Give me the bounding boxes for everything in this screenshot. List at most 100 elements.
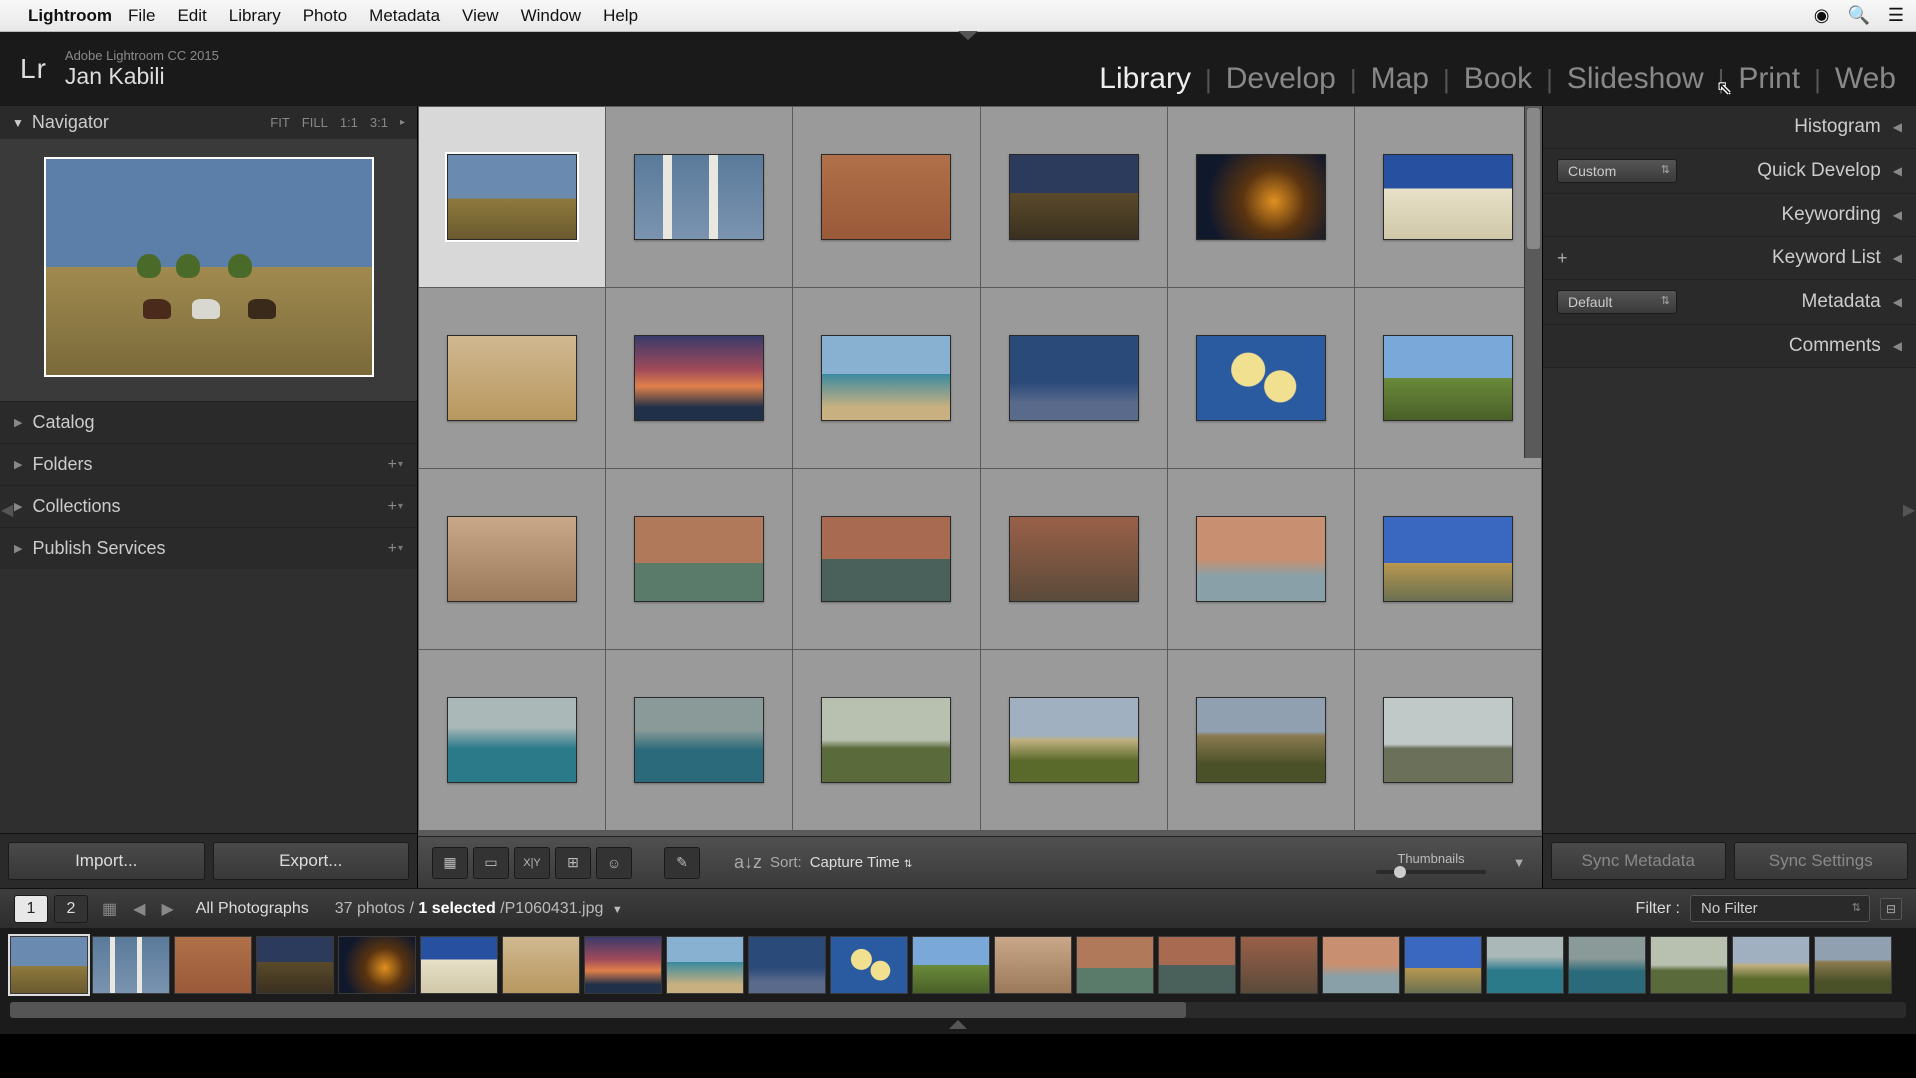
grid-view-button[interactable]: ▦ [432, 847, 468, 879]
panel-publish[interactable]: ▶Publish Services+▾ [0, 527, 417, 569]
menu-edit[interactable]: Edit [177, 6, 206, 26]
grid-cell[interactable] [419, 650, 605, 830]
grid-cell[interactable] [419, 107, 605, 287]
filter-dropdown[interactable]: No Filter [1690, 895, 1870, 922]
sync-settings-button[interactable]: Sync Settings [1734, 842, 1909, 880]
grid-icon[interactable]: ▦ [102, 899, 117, 919]
filmstrip-thumb[interactable] [1568, 936, 1646, 994]
toolbar-menu-icon[interactable]: ▼ [1510, 854, 1528, 872]
filmstrip-thumb[interactable] [1158, 936, 1236, 994]
filmstrip-thumb[interactable] [748, 936, 826, 994]
module-web[interactable]: Web [1835, 62, 1896, 96]
spotlight-icon[interactable]: 🔍 [1847, 5, 1869, 26]
grid-cell[interactable] [981, 650, 1167, 830]
menu-list-icon[interactable]: ☰ [1888, 5, 1904, 26]
panel-catalog[interactable]: ▶Catalog [0, 401, 417, 443]
filmstrip-thumb[interactable] [1322, 936, 1400, 994]
panel-keywording[interactable]: Keywording◀ [1543, 194, 1916, 237]
filmstrip-thumb[interactable] [994, 936, 1072, 994]
filmstrip-thumb[interactable] [1732, 936, 1810, 994]
left-panel-grip-icon[interactable]: ◀ [0, 497, 14, 523]
export-button[interactable]: Export... [213, 842, 410, 880]
bottom-panel-collapse-icon[interactable] [949, 1020, 967, 1029]
filmstrip-thumb[interactable] [92, 936, 170, 994]
filter-lock-icon[interactable]: ⊟ [1880, 898, 1902, 920]
zoom-menu-icon[interactable]: ▸ [400, 117, 405, 128]
panel-collections[interactable]: ▶Collections+▾ [0, 485, 417, 527]
top-panel-collapse-icon[interactable] [958, 31, 978, 40]
menu-window[interactable]: Window [521, 6, 581, 26]
compare-view-button[interactable]: X|Y [514, 847, 550, 879]
quick-develop-preset-dropdown[interactable]: Custom [1557, 159, 1677, 183]
filmstrip-thumb[interactable] [174, 936, 252, 994]
panel-comments[interactable]: Comments◀ [1543, 325, 1916, 368]
module-book[interactable]: Book [1464, 62, 1532, 96]
panel-quick-develop[interactable]: CustomQuick Develop◀ [1543, 149, 1916, 194]
module-map[interactable]: Map [1371, 62, 1429, 96]
grid-cell[interactable] [793, 650, 979, 830]
collapse-icon[interactable]: ◀ [1893, 120, 1902, 134]
filmstrip-thumb[interactable] [338, 936, 416, 994]
filmstrip-thumb[interactable] [1814, 936, 1892, 994]
filmstrip-thumb[interactable] [1404, 936, 1482, 994]
module-library[interactable]: Library [1099, 62, 1191, 96]
filmstrip-scrollbar[interactable] [10, 1002, 1906, 1018]
grid-cell[interactable] [1355, 288, 1541, 468]
app-name[interactable]: Lightroom [28, 6, 112, 26]
panel-folders[interactable]: ▶Folders+▾ [0, 443, 417, 485]
grid-cell[interactable] [981, 107, 1167, 287]
grid-cell[interactable] [419, 288, 605, 468]
filmstrip-thumb[interactable] [1240, 936, 1318, 994]
sort-direction-icon[interactable]: a↓z [734, 852, 762, 873]
identity-plate[interactable]: Jan Kabili [65, 63, 219, 90]
menu-library[interactable]: Library [229, 6, 281, 26]
collections-add-icon[interactable]: + [388, 498, 397, 516]
grid-cell[interactable] [981, 288, 1167, 468]
metadata-preset-dropdown[interactable]: Default [1557, 290, 1677, 314]
thumbnail-grid[interactable] [418, 106, 1542, 836]
grid-cell[interactable] [606, 469, 792, 649]
filmstrip-thumb[interactable] [912, 936, 990, 994]
filmstrip-thumb[interactable] [256, 936, 334, 994]
zoom-1-1[interactable]: 1:1 [340, 115, 358, 130]
filmstrip-thumb[interactable] [666, 936, 744, 994]
grid-cell[interactable] [419, 469, 605, 649]
go-back-icon[interactable]: ◀ [133, 899, 145, 919]
grid-cell[interactable] [606, 288, 792, 468]
panel-keyword-list[interactable]: +Keyword List◀ [1543, 237, 1916, 280]
grid-cell[interactable] [1168, 650, 1354, 830]
filmstrip-thumb[interactable] [420, 936, 498, 994]
grid-cell[interactable] [1168, 469, 1354, 649]
zoom-fill[interactable]: FILL [302, 115, 328, 130]
zoom-fit[interactable]: FIT [270, 115, 290, 130]
grid-cell[interactable] [1355, 107, 1541, 287]
folders-add-icon[interactable]: + [388, 456, 397, 474]
main-window-button[interactable]: 1 [14, 895, 48, 923]
grid-cell[interactable] [981, 469, 1167, 649]
grid-cell[interactable] [793, 288, 979, 468]
panel-metadata[interactable]: DefaultMetadata◀ [1543, 280, 1916, 325]
filmstrip-thumb[interactable] [1486, 936, 1564, 994]
filmstrip-thumb[interactable] [584, 936, 662, 994]
creative-cloud-icon[interactable]: ◉ [1814, 5, 1830, 26]
filmstrip-thumb[interactable] [1076, 936, 1154, 994]
grid-cell[interactable] [1168, 288, 1354, 468]
filmstrip-row[interactable] [0, 928, 1916, 996]
survey-view-button[interactable]: ⊞ [555, 847, 591, 879]
navigator-header[interactable]: ▼ Navigator FIT FILL 1:1 3:1 ▸ [0, 106, 417, 139]
panel-histogram[interactable]: Histogram◀ [1543, 106, 1916, 149]
navigator-preview[interactable] [44, 157, 374, 377]
right-panel-grip-icon[interactable]: ▶ [1902, 497, 1916, 523]
sync-metadata-button[interactable]: Sync Metadata [1551, 842, 1726, 880]
grid-scrollbar[interactable] [1524, 106, 1542, 458]
zoom-3-1[interactable]: 3:1 [370, 115, 388, 130]
sort-value[interactable]: Capture Time ⇅ [810, 854, 913, 871]
second-window-button[interactable]: 2 [54, 895, 88, 923]
filmstrip-thumb[interactable] [10, 936, 88, 994]
module-develop[interactable]: Develop [1226, 62, 1336, 96]
menu-view[interactable]: View [462, 6, 499, 26]
grid-cell[interactable] [606, 107, 792, 287]
keyword-list-add-icon[interactable]: + [1557, 248, 1568, 269]
publish-add-icon[interactable]: + [388, 540, 397, 558]
menu-photo[interactable]: Photo [303, 6, 347, 26]
